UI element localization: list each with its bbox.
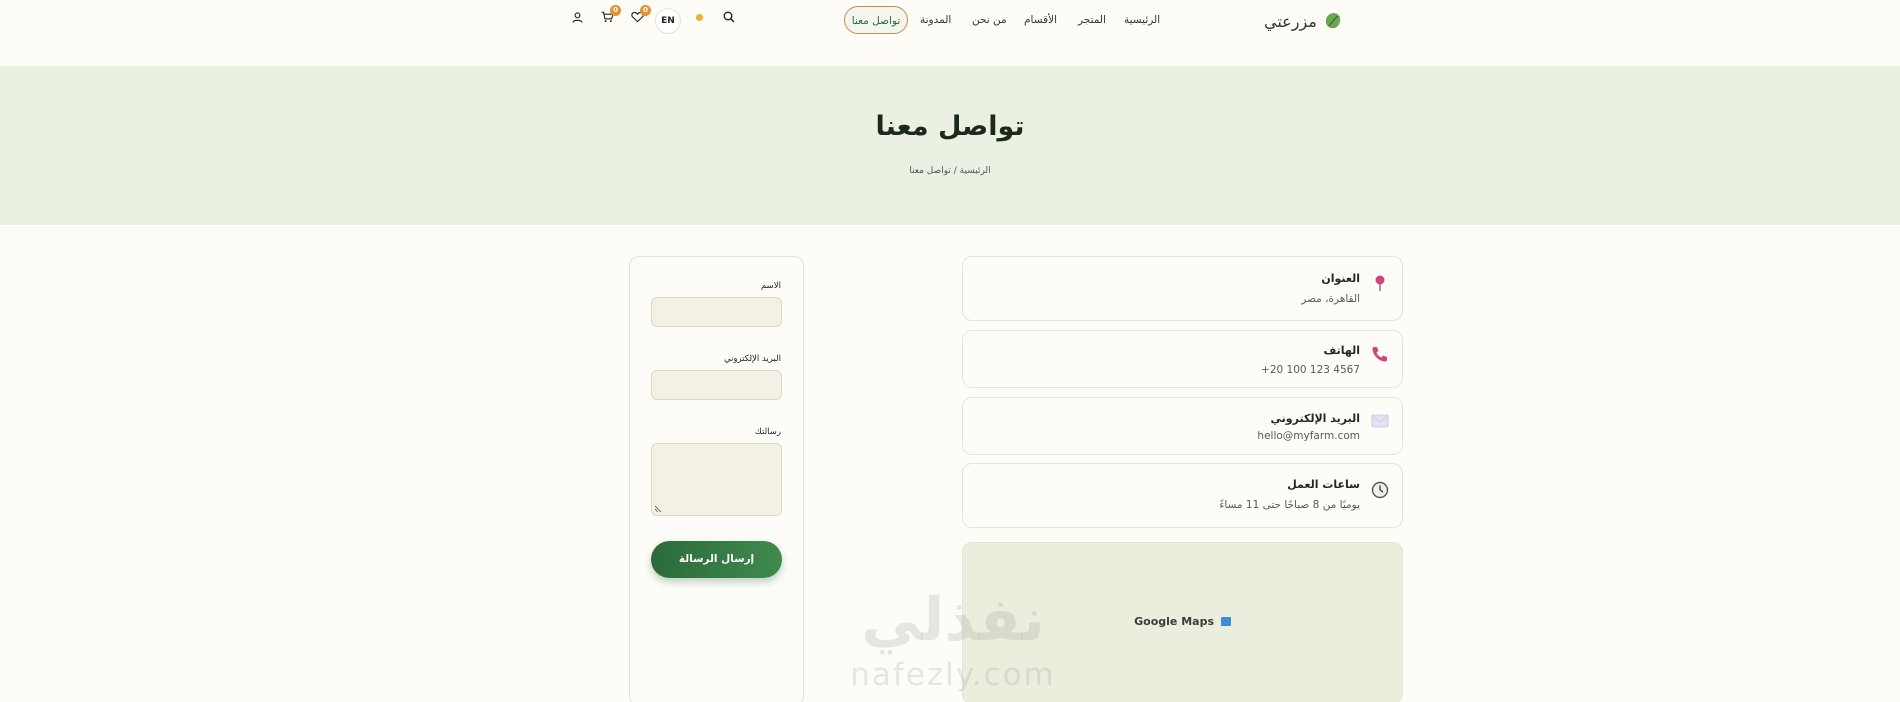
main-nav: الرئيسية المتجر الأقسام من نحن المدونة ت… xyxy=(0,3,1900,37)
address-card: العنوان القاهرة، مصر xyxy=(962,256,1403,321)
envelope-icon xyxy=(1370,411,1390,431)
address-title: العنوان xyxy=(1321,272,1360,285)
wishlist-button[interactable]: 0 xyxy=(629,5,651,25)
map-icon xyxy=(1220,617,1231,626)
search-icon xyxy=(723,11,735,23)
message-field[interactable] xyxy=(651,443,782,516)
phone-card: الهاتف +20 100 123 4567 xyxy=(962,330,1403,388)
account-button[interactable] xyxy=(569,9,585,25)
pin-icon xyxy=(1370,273,1390,293)
send-message-button[interactable]: إرسال الرسالة xyxy=(651,541,782,578)
email-field[interactable] xyxy=(651,370,782,400)
wishlist-count-badge: 0 xyxy=(640,5,651,16)
nav-item-about[interactable]: من نحن xyxy=(972,6,1007,34)
contact-form: الاسم البريد الإلكتروني رسالتك إرسال الر… xyxy=(629,256,804,702)
page-title: تواصل معنا xyxy=(875,111,1025,142)
email-value[interactable]: hello@myfarm.com xyxy=(1257,430,1360,442)
map-embed[interactable]: Google Maps xyxy=(962,542,1403,702)
email-label: البريد الإلكتروني xyxy=(723,354,781,364)
page-hero: تواصل معنا الرئيسية / تواصل معنا xyxy=(0,67,1900,225)
nav-item-shop[interactable]: المتجر xyxy=(1078,6,1106,34)
user-icon xyxy=(571,11,583,23)
sun-icon xyxy=(695,13,703,21)
theme-toggle[interactable] xyxy=(691,9,707,25)
map-label: Google Maps xyxy=(963,615,1402,628)
clock-icon xyxy=(1370,480,1390,500)
nav-item-categories[interactable]: الأقسام xyxy=(1024,6,1057,34)
name-label: الاسم xyxy=(761,281,781,291)
email-card: البريد الإلكتروني hello@myfarm.com xyxy=(962,397,1403,455)
language-switch[interactable]: EN xyxy=(655,8,681,34)
address-value: القاهرة، مصر xyxy=(1301,293,1360,305)
resize-handle-icon[interactable] xyxy=(655,504,663,512)
hours-value: يوميًا من 8 صباحًا حتى 11 مساءً xyxy=(1219,499,1360,511)
nav-item-blog[interactable]: المدونة xyxy=(920,6,951,34)
map-label-text: Google Maps xyxy=(1134,615,1215,628)
cart-count-badge: 0 xyxy=(610,5,621,16)
phone-value[interactable]: +20 100 123 4567 xyxy=(1261,364,1360,376)
name-field[interactable] xyxy=(651,297,782,327)
nav-item-home[interactable]: الرئيسية xyxy=(1124,6,1160,34)
search-button[interactable] xyxy=(721,9,737,25)
breadcrumb[interactable]: الرئيسية / تواصل معنا xyxy=(0,166,1900,176)
phone-title: الهاتف xyxy=(1323,344,1360,357)
nav-item-contact[interactable]: تواصل معنا xyxy=(844,6,908,34)
cart-button[interactable]: 0 xyxy=(599,5,621,25)
site-header: مزرعتي الرئيسية المتجر الأقسام من نحن ال… xyxy=(0,0,1900,67)
hours-card: ساعات العمل يوميًا من 8 صباحًا حتى 11 مس… xyxy=(962,463,1403,528)
hours-title: ساعات العمل xyxy=(1287,478,1360,491)
message-label: رسالتك xyxy=(754,427,781,437)
email-title: البريد الإلكتروني xyxy=(1270,412,1360,425)
phone-icon xyxy=(1370,344,1390,364)
